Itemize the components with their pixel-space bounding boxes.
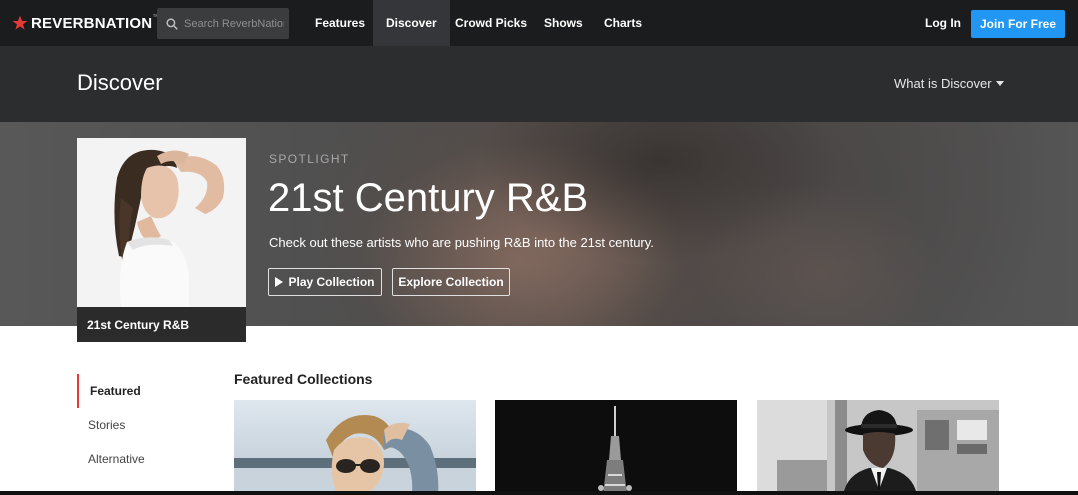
- spotlight-artist-image: [77, 138, 246, 307]
- featured-collection-tile-2[interactable]: [495, 400, 737, 495]
- nav-item-label: Shows: [544, 16, 583, 30]
- collection-image-1: [234, 400, 476, 495]
- star-icon: [12, 15, 28, 30]
- what-is-discover-label: What is Discover: [894, 76, 992, 91]
- nav-item-label: Discover: [386, 16, 437, 30]
- sidebar-item-label: Featured: [90, 384, 141, 398]
- featured-collections-heading: Featured Collections: [234, 371, 373, 387]
- spotlight-eyebrow: SPOTLIGHT: [269, 152, 350, 166]
- collection-image-2: [495, 400, 737, 495]
- search-input[interactable]: [184, 17, 284, 30]
- spotlight-collection-card[interactable]: 21st Century R&B: [77, 138, 246, 342]
- featured-collection-tile-1[interactable]: [234, 400, 476, 495]
- section-header: Discover What is Discover: [0, 46, 1078, 122]
- play-icon: [275, 277, 284, 287]
- nav-item-discover[interactable]: Discover: [373, 0, 450, 46]
- nav-item-charts[interactable]: Charts: [592, 0, 654, 46]
- bottom-edge-bar: [0, 491, 1078, 495]
- featured-collection-tile-3[interactable]: [757, 400, 999, 495]
- spotlight-title: 21st Century R&B: [268, 176, 589, 220]
- search-icon: [166, 17, 178, 30]
- sidebar-item-alternative[interactable]: Alternative: [77, 442, 207, 476]
- spotlight-card-caption: 21st Century R&B: [77, 307, 246, 342]
- brand-name: REVERBNATION: [31, 14, 153, 32]
- explore-collection-button[interactable]: Explore Collection: [392, 268, 510, 296]
- play-collection-button[interactable]: Play Collection: [268, 268, 382, 296]
- nav-item-label: Crowd Picks: [455, 16, 528, 30]
- nav-item-label: Charts: [604, 16, 643, 30]
- spotlight-subtitle: Check out these artists who are pushing …: [269, 235, 654, 250]
- reverbnation-logo[interactable]: REVERBNATION ™: [12, 14, 159, 32]
- nav-item-label: Features: [315, 16, 366, 30]
- sidebar-item-stories[interactable]: Stories: [77, 408, 207, 442]
- login-link[interactable]: Log In: [912, 0, 974, 46]
- nav-item-features[interactable]: Features: [303, 0, 377, 46]
- explore-collection-label: Explore Collection: [398, 275, 504, 289]
- collection-image-3: [757, 400, 999, 495]
- search-box[interactable]: [157, 8, 289, 39]
- nav-item-shows[interactable]: Shows: [532, 0, 595, 46]
- sidebar-item-label: Alternative: [88, 452, 145, 466]
- nav-item-crowd-picks[interactable]: Crowd Picks: [443, 0, 539, 46]
- top-navigation-bar: REVERBNATION ™ Features Discover Crowd P…: [0, 0, 1078, 46]
- caret-down-icon: [995, 81, 1004, 86]
- login-label: Log In: [925, 16, 961, 30]
- what-is-discover-dropdown[interactable]: What is Discover: [894, 76, 1004, 91]
- play-collection-label: Play Collection: [288, 275, 375, 289]
- sidebar-item-label: Stories: [88, 418, 126, 432]
- join-for-free-button[interactable]: Join For Free: [971, 10, 1065, 38]
- sidebar-item-featured[interactable]: Featured: [77, 374, 207, 408]
- genre-sidebar: Featured Stories Alternative: [77, 374, 207, 476]
- page-title: Discover: [77, 70, 163, 95]
